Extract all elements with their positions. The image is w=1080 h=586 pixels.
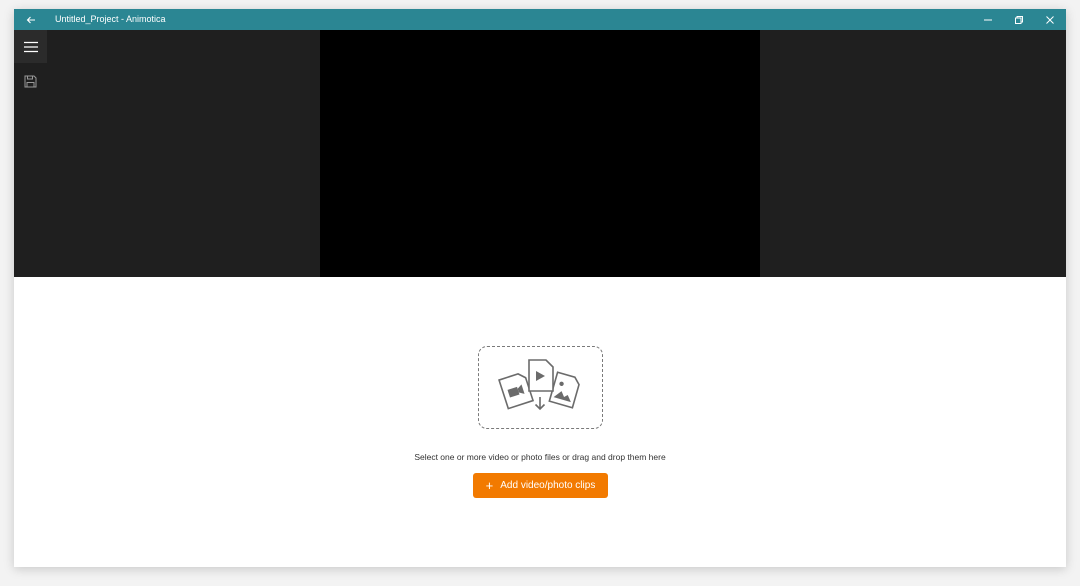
add-clips-button[interactable]: + Add video/photo clips	[473, 473, 608, 498]
hamburger-menu-icon	[23, 41, 38, 52]
side-rail	[14, 30, 47, 277]
save-button[interactable]	[14, 66, 47, 96]
video-preview	[320, 30, 760, 277]
minimize-icon	[984, 19, 992, 20]
menu-button[interactable]	[14, 30, 47, 63]
save-icon	[24, 75, 37, 87]
plus-icon: +	[485, 478, 494, 493]
restore-button[interactable]	[1004, 9, 1034, 30]
back-button[interactable]	[20, 9, 42, 30]
media-files-icon	[498, 359, 580, 411]
window-title: Untitled_Project - Animotica	[55, 14, 166, 24]
arrow-left-icon	[26, 16, 35, 23]
drop-hint-text: Select one or more video or photo files …	[414, 452, 666, 462]
preview-area	[14, 30, 1066, 277]
app-window: Untitled_Project - Animotica Select one …	[14, 9, 1066, 567]
close-icon	[1046, 15, 1054, 24]
add-clips-label: Add video/photo clips	[500, 480, 596, 491]
restore-icon	[1015, 15, 1023, 24]
drop-zone[interactable]	[478, 346, 603, 429]
minimize-button[interactable]	[973, 9, 1003, 30]
title-bar: Untitled_Project - Animotica	[14, 9, 1066, 30]
close-button[interactable]	[1035, 9, 1065, 30]
